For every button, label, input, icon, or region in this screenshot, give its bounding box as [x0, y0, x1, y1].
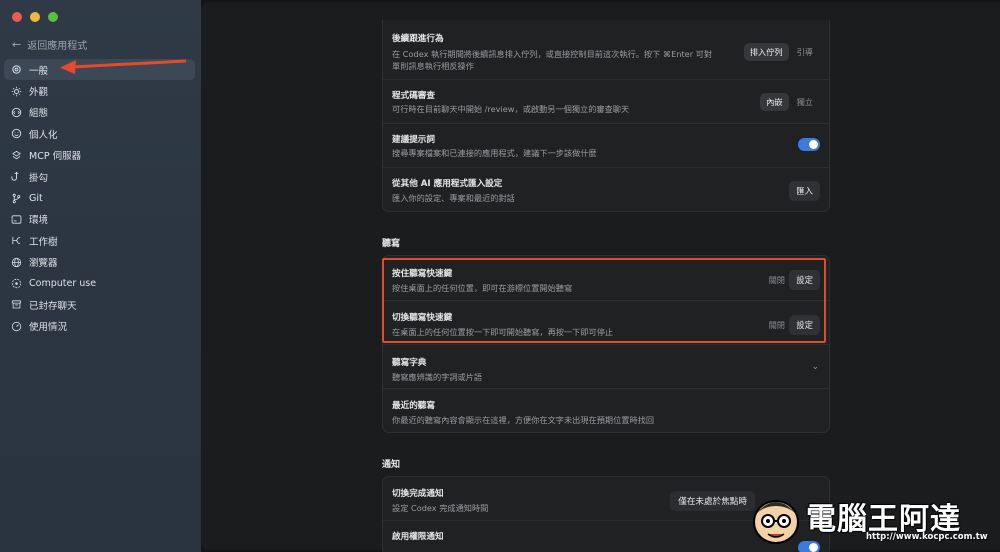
- recent-dictation-row: 最近的聽寫 你最近的聽寫內容會顯示在這裡，方便你在文字未出現在預期位置時找回: [383, 389, 829, 432]
- row-description: 你最近的聽寫內容會顯示在這裡，方便你在文字未出現在預期位置時找回: [392, 415, 655, 425]
- sidebar-item-label: 環境: [29, 215, 49, 227]
- review-mode-segmented: 內嵌 獨立: [760, 93, 817, 111]
- general-settings-card: 後續跟進行為 在 Codex 執行期間將後續訊息排入佇列，或直接控制目前這次執行…: [382, 20, 830, 212]
- sidebar-item-label: 外觀: [29, 87, 49, 99]
- code-review-row: 程式碼審查 可行時在目前聊天中開始 /review，或啟動另一個獨立的審查聊天 …: [383, 80, 829, 124]
- row-title: 最近的聽寫: [392, 401, 435, 411]
- row-description: 聽寫應辨識的字詞或片語: [392, 372, 483, 382]
- sidebar-item-computer-use[interactable]: Computer use: [4, 273, 195, 294]
- archive-icon: [11, 300, 22, 309]
- smile-icon: [11, 129, 22, 139]
- sun-icon: [11, 86, 22, 96]
- row-description: 在 Codex 執行期間將後續訊息排入佇列，或直接控制目前這次執行。按下 ⌘En…: [392, 49, 713, 59]
- dictation-section-title: 聽寫: [382, 239, 401, 249]
- gauge-icon: [11, 321, 22, 332]
- followup-behavior-row: 後續跟進行為 在 Codex 執行期間將後續訊息排入佇列，或直接控制目前這次執行…: [383, 20, 829, 80]
- row-title: 聽寫字典: [392, 358, 427, 368]
- sidebar-item-browser[interactable]: 瀏覽器: [4, 252, 195, 273]
- option-detached[interactable]: 獨立: [793, 93, 817, 111]
- row-description: 可行時在目前聊天中開始 /review，或啟動另一個獨立的審查聊天: [392, 104, 630, 114]
- settings-nav: 一般 外觀 組態 個人化 MCP 伺服器 掛勾 Git 環境 工作樹 瀏覽器 C…: [4, 59, 195, 337]
- sidebar-item-personalization[interactable]: 個人化: [4, 123, 195, 144]
- row-title: 啟用權限通知: [392, 532, 444, 542]
- import-button[interactable]: 匯入: [789, 181, 820, 201]
- sidebar-item-worktrees[interactable]: 工作樹: [4, 230, 195, 251]
- sidebar-item-archived-chats[interactable]: 已封存聊天: [4, 294, 195, 315]
- import-settings-row: 從其他 AI 應用程式匯入設定 匯入你的設定、專案和最近的對話 匯入: [383, 168, 829, 211]
- sidebar-item-label: 組態: [29, 108, 49, 120]
- row-title: 後續跟進行為: [392, 34, 444, 44]
- sidebar-item-label: MCP 伺服器: [29, 151, 82, 163]
- sidebar-item-label: 一般: [29, 65, 49, 77]
- row-description: 匯入你的設定、專案和最近的對話: [392, 193, 515, 203]
- suggested-prompts-row: 建議提示詞 搜尋專案檔案和已連接的應用程式，建議下一步該做什麼: [383, 124, 829, 168]
- sidebar-item-mcp-servers[interactable]: MCP 伺服器: [4, 145, 195, 166]
- dictation-dictionary-row[interactable]: 聽寫字典 聽寫應辨識的字詞或片語 ⌄: [383, 345, 829, 389]
- row-description: 在桌面上的任何位置按一下即可開始聽寫，再按一下即可停止: [392, 327, 614, 337]
- sidebar-item-label: 工作樹: [29, 236, 58, 248]
- close-window-button[interactable]: [12, 12, 22, 22]
- back-label: 返回應用程式: [27, 41, 88, 52]
- dictation-settings-card: 按住聽寫快速鍵 按住桌面上的任何位置，即可在游標位置開始聽寫 關閉 設定 切換聽…: [382, 255, 830, 433]
- globe-icon: [11, 257, 22, 267]
- row-title: 程式碼審查: [392, 91, 435, 101]
- row-description: 設定 Codex 完成通知時間: [392, 503, 489, 513]
- sidebar-item-label: 使用情況: [29, 322, 68, 334]
- row-title: 按住聽寫快速鍵: [392, 269, 453, 279]
- option-inline[interactable]: 內嵌: [760, 93, 789, 111]
- row-title: 建議提示詞: [392, 135, 435, 145]
- sidebar-item-config[interactable]: 組態: [4, 102, 195, 123]
- environment-icon: [11, 215, 22, 224]
- minimize-window-button[interactable]: [30, 12, 40, 22]
- watermark: 電腦王阿達 http://www.kocpc.com.tw: [748, 492, 998, 548]
- sidebar-item-environment[interactable]: 環境: [4, 209, 195, 230]
- row-title: 切換聽寫快速鍵: [392, 313, 453, 323]
- zoom-window-button[interactable]: [48, 12, 58, 22]
- worktree-icon: [12, 237, 21, 245]
- config-icon: [11, 107, 22, 118]
- shortcut-status: 關閉: [768, 275, 785, 285]
- git-branch-icon: [12, 193, 21, 203]
- annotation-arrow: [60, 59, 187, 74]
- back-to-app-link[interactable]: ← 返回應用程式: [12, 37, 87, 52]
- toggle-dictation-shortcut-row: 切換聽寫快速鍵 在桌面上的任何位置按一下即可開始聽寫，再按一下即可停止 關閉 設…: [383, 301, 829, 345]
- option-queue[interactable]: 排入佇列: [743, 43, 789, 61]
- arrow-left-icon: ←: [12, 38, 22, 51]
- sidebar-item-git[interactable]: Git: [4, 187, 195, 208]
- toggle-shortcut-settings-button[interactable]: 設定: [789, 315, 820, 335]
- sidebar-item-label: 掛勾: [29, 172, 49, 184]
- chevron-down-icon[interactable]: ⌄: [811, 362, 819, 372]
- row-description-line2: 單則訊息執行相反操作: [392, 61, 474, 71]
- sidebar-item-hooks[interactable]: 掛勾: [4, 166, 195, 187]
- row-title: 切換完成通知: [392, 489, 444, 499]
- computer-use-icon: [11, 278, 22, 289]
- completion-notification-select[interactable]: 僅在未處於焦點時: [670, 491, 755, 511]
- sidebar-item-appearance[interactable]: 外觀: [4, 80, 195, 101]
- option-steer[interactable]: 引導: [793, 43, 817, 61]
- watermark-url: http://www.kocpc.com.tw: [866, 532, 988, 542]
- settings-sidebar: ← 返回應用程式 一般 外觀 組態 個人化 MCP 伺服器 掛勾 Git 環境 …: [0, 0, 201, 552]
- row-title: 從其他 AI 應用程式匯入設定: [392, 179, 503, 189]
- shortcut-status: 關閉: [768, 320, 785, 330]
- hold-dictation-shortcut-row: 按住聽寫快速鍵 按住桌面上的任何位置，即可在游標位置開始聽寫 關閉 設定: [383, 256, 829, 301]
- server-icon: [12, 150, 21, 159]
- row-description: 按住桌面上的任何位置，即可在游標位置開始聽寫: [392, 283, 573, 293]
- mascot-logo: [753, 500, 799, 544]
- sidebar-item-label: Git: [29, 192, 43, 204]
- sidebar-item-usage[interactable]: 使用情況: [4, 316, 195, 337]
- window-controls: [12, 12, 58, 22]
- followup-mode-segmented: 排入佇列 引導: [743, 43, 817, 61]
- sidebar-item-label: Computer use: [29, 278, 97, 290]
- notifications-section-title: 通知: [382, 460, 401, 470]
- sidebar-item-label: 已封存聊天: [29, 300, 77, 312]
- row-description: 搜尋專案檔案和已連接的應用程式，建議下一步該做什麼: [392, 148, 597, 158]
- sidebar-item-label: 瀏覽器: [29, 258, 58, 270]
- sidebar-item-label: 個人化: [29, 129, 58, 141]
- hold-shortcut-settings-button[interactable]: 設定: [789, 270, 820, 290]
- gear-icon: [12, 65, 21, 74]
- hook-icon: [11, 172, 19, 181]
- suggested-prompts-toggle[interactable]: [798, 138, 820, 151]
